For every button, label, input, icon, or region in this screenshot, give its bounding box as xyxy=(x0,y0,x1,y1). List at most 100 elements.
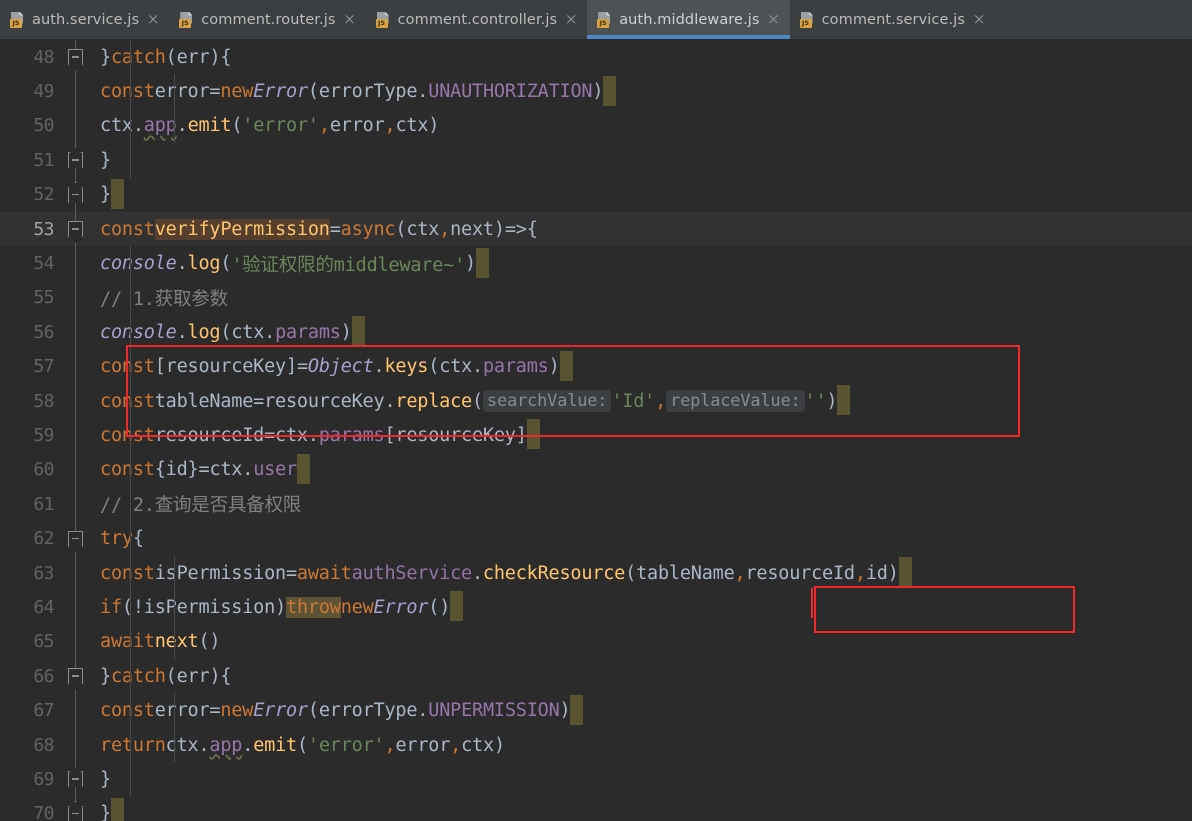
code-line-row[interactable]: 64 if (! isPermission) throw new Error() xyxy=(0,590,1192,625)
tab-comment-controller-js[interactable]: JS comment.controller.js × xyxy=(366,0,588,39)
tab-comment-router-js[interactable]: JS comment.router.js × xyxy=(169,0,365,39)
fold-gutter[interactable] xyxy=(62,280,90,316)
line-number-gutter[interactable]: 58 xyxy=(0,384,62,418)
fold-gutter[interactable] xyxy=(62,177,90,212)
line-number-gutter[interactable]: 48 xyxy=(0,40,62,74)
code-line-row[interactable]: 59 const resourceId = ctx. params[resourc… xyxy=(0,418,1192,453)
fold-gutter[interactable] xyxy=(62,521,90,556)
code-line-row[interactable]: 69 } xyxy=(0,762,1192,797)
fold-gutter[interactable] xyxy=(62,693,90,728)
fold-gutter[interactable] xyxy=(62,624,90,660)
fold-expand-icon[interactable] xyxy=(68,805,83,821)
line-number-gutter[interactable]: 60 xyxy=(0,453,62,487)
fold-gutter[interactable] xyxy=(62,315,90,350)
fold-gutter[interactable] xyxy=(62,555,90,591)
fold-collapse-icon[interactable] xyxy=(68,49,83,66)
fold-gutter[interactable] xyxy=(62,211,90,247)
fold-gutter[interactable] xyxy=(62,796,90,821)
line-number-gutter[interactable]: 64 xyxy=(0,590,62,624)
fold-gutter[interactable] xyxy=(62,108,90,144)
line-number-gutter[interactable]: 49 xyxy=(0,74,62,108)
fold-gutter[interactable] xyxy=(62,487,90,522)
fold-gutter[interactable] xyxy=(62,659,90,694)
fold-expand-icon[interactable] xyxy=(68,186,83,203)
close-icon[interactable]: × xyxy=(564,12,578,27)
close-icon[interactable]: × xyxy=(767,12,781,27)
code-line-row[interactable]: 70 } xyxy=(0,796,1192,821)
fold-gutter[interactable] xyxy=(62,590,90,625)
line-number: 62 xyxy=(33,528,54,550)
fold-collapse-icon[interactable] xyxy=(68,221,83,238)
close-icon[interactable]: × xyxy=(343,12,357,27)
code-line-row[interactable]: 54 console. log('验证权限的middleware~') xyxy=(0,246,1192,281)
line-number: 54 xyxy=(33,253,54,275)
code-line-row[interactable]: 63 const isPermission = await authServic… xyxy=(0,555,1192,591)
line-number-gutter[interactable]: 61 xyxy=(0,487,62,521)
code-line-row-current[interactable]: 53 const verifyPermission = async (ctx, … xyxy=(0,211,1192,247)
line-number-gutter[interactable]: 55 xyxy=(0,281,62,315)
fold-gutter[interactable] xyxy=(62,452,90,488)
line-number-gutter[interactable]: 62 xyxy=(0,521,62,555)
code-line-row[interactable]: 49 const error = new Error(errorType. UNA… xyxy=(0,74,1192,109)
code-text: const verifyPermission = async (ctx, nex… xyxy=(100,218,538,240)
fold-gutter[interactable] xyxy=(62,349,90,384)
line-number-gutter[interactable]: 68 xyxy=(0,728,62,762)
line-number-gutter[interactable]: 65 xyxy=(0,625,62,659)
line-number-gutter[interactable]: 63 xyxy=(0,556,62,590)
fold-collapse-icon[interactable] xyxy=(68,668,83,685)
line-number-gutter[interactable]: 50 xyxy=(0,109,62,143)
line-number-gutter[interactable]: 66 xyxy=(0,659,62,693)
tab-label: auth.service.js xyxy=(32,11,140,28)
code-line-row[interactable]: 50 ctx. app. emit('error', error, ctx) xyxy=(0,108,1192,144)
line-number-gutter[interactable]: 56 xyxy=(0,315,62,349)
line-number-gutter[interactable]: 67 xyxy=(0,693,62,727)
fold-gutter[interactable] xyxy=(62,418,90,453)
js-badge-label: JS xyxy=(597,18,610,28)
code-line-row[interactable]: 56 console. log(ctx. params) xyxy=(0,315,1192,350)
close-icon[interactable]: × xyxy=(972,12,986,27)
code-line-row[interactable]: 67 const error = new Error(errorType. UNP… xyxy=(0,693,1192,728)
tab-comment-service-js[interactable]: JS comment.service.js × xyxy=(790,0,995,39)
code-editor-area[interactable]: 48 } catch (err) { 49 const error = new … xyxy=(0,40,1192,821)
fold-gutter[interactable] xyxy=(62,143,90,178)
line-number-gutter[interactable]: 51 xyxy=(0,143,62,177)
js-file-icon: JS xyxy=(179,11,194,28)
code-text: // 1.获取参数 xyxy=(90,280,1192,316)
code-line-row[interactable]: 55 // 1.获取参数 xyxy=(0,280,1192,316)
tab-auth-service-js[interactable]: JS auth.service.js × xyxy=(0,0,169,39)
code-line-row[interactable]: 62 try { xyxy=(0,521,1192,556)
code-line-row[interactable]: 58 const tableName = resourceKey. replace… xyxy=(0,383,1192,419)
fold-gutter[interactable] xyxy=(62,762,90,797)
code-line-row[interactable]: 60 const { id } = ctx. user xyxy=(0,452,1192,488)
fold-expand-icon[interactable] xyxy=(68,152,83,169)
line-number-gutter[interactable]: 57 xyxy=(0,350,62,384)
line-number: 68 xyxy=(33,734,54,756)
code-line-row[interactable]: 48 } catch (err) { xyxy=(0,40,1192,75)
code-line-row[interactable]: 65 await next() xyxy=(0,624,1192,660)
fold-collapse-icon[interactable] xyxy=(68,530,83,547)
fold-gutter[interactable] xyxy=(62,383,90,419)
code-line-row[interactable]: 66 } catch (err) { xyxy=(0,659,1192,694)
line-number-gutter[interactable]: 53 xyxy=(0,212,62,246)
code-line-row[interactable]: 57 const [resourceKey] = Object. keys(ctx… xyxy=(0,349,1192,384)
fold-gutter[interactable] xyxy=(62,40,90,75)
line-number-gutter[interactable]: 52 xyxy=(0,178,62,212)
code-line-row[interactable]: 52 } xyxy=(0,177,1192,212)
tab-label: comment.router.js xyxy=(201,11,336,28)
close-icon[interactable]: × xyxy=(146,12,160,27)
trailing-marker xyxy=(110,797,124,821)
code-line-row[interactable]: 68 return ctx. app. emit('error', error, c… xyxy=(0,727,1192,763)
code-line-row[interactable]: 61 // 2.查询是否具备权限 xyxy=(0,487,1192,522)
fold-gutter[interactable] xyxy=(62,74,90,109)
line-number-gutter[interactable]: 54 xyxy=(0,246,62,280)
tab-auth-middleware-js[interactable]: JS auth.middleware.js × xyxy=(587,0,790,39)
line-number-gutter[interactable]: 69 xyxy=(0,762,62,796)
fold-gutter[interactable] xyxy=(62,727,90,763)
fold-gutter[interactable] xyxy=(62,246,90,281)
fold-expand-icon[interactable] xyxy=(68,771,83,788)
trailing-marker xyxy=(559,350,573,381)
line-number-gutter[interactable]: 70 xyxy=(0,797,62,821)
trailing-marker xyxy=(603,75,617,106)
code-line-row[interactable]: 51 } xyxy=(0,143,1192,178)
line-number-gutter[interactable]: 59 xyxy=(0,418,62,452)
